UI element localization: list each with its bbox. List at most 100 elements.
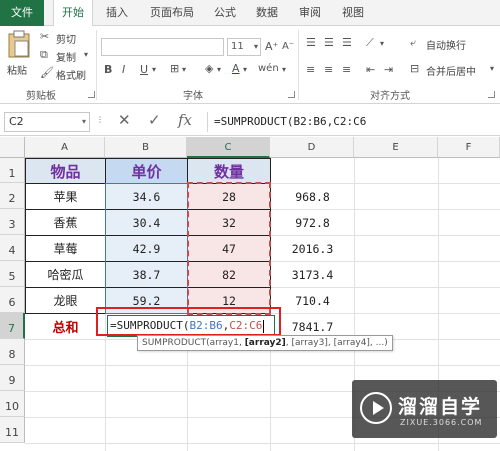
tab-insert[interactable]: 插入	[100, 0, 134, 26]
font-name-dropdown[interactable]	[101, 38, 224, 56]
row-header-6[interactable]: 6	[0, 287, 25, 313]
watermark-title: 溜溜自学	[398, 396, 483, 418]
cell-d3[interactable]: 972.8	[271, 210, 354, 235]
range-highlight-c2-c6	[187, 182, 271, 315]
row-header-1[interactable]: 1	[0, 158, 25, 183]
paste-button[interactable]: 粘贴	[4, 30, 34, 82]
merge-center-button[interactable]: ⊟ 合并后居中 ▾	[410, 62, 498, 78]
grow-font-icon[interactable]: A⁺	[265, 40, 278, 54]
insert-function-icon[interactable]: fx	[178, 111, 192, 129]
tab-page-layout[interactable]: 页面布局	[142, 0, 202, 26]
column-header-d[interactable]: D	[270, 137, 354, 158]
gridline	[25, 443, 500, 444]
chevron-down-icon: ▾	[490, 64, 495, 73]
cut-button[interactable]: ✂ 剪切	[40, 30, 90, 46]
row-header-2[interactable]: 2	[0, 183, 25, 209]
cell-d2[interactable]: 968.8	[271, 184, 354, 209]
row-header-4[interactable]: 4	[0, 235, 25, 261]
font-group-label: 字体	[183, 91, 203, 102]
align-top-icon[interactable]: ☰	[306, 36, 316, 50]
align-bottom-icon[interactable]: ☰	[342, 36, 352, 50]
phonetic-icon[interactable]: wén	[258, 62, 279, 76]
bold-icon[interactable]: B	[104, 63, 112, 77]
align-right-icon[interactable]: ≡	[342, 63, 351, 77]
annotation-highlight-box	[96, 307, 281, 336]
cell-d6[interactable]: 710.4	[271, 288, 354, 313]
chevron-down-icon[interactable]: ▾	[217, 63, 221, 77]
decrease-indent-icon[interactable]: ⇤	[366, 63, 375, 77]
row-header-11[interactable]: 11	[0, 417, 25, 443]
copy-button[interactable]: ⧉ 复制 ▾	[40, 48, 90, 64]
wrap-text-button[interactable]: ⤶ 自动换行	[410, 36, 490, 52]
orientation-icon[interactable]: ⟋	[366, 36, 374, 50]
ribbon: 粘贴 ✂ 剪切 ⧉ 复制 ▾ 🖌 格式刷 剪贴板 11 ▾ A⁺ A⁻ B I …	[0, 26, 500, 104]
row-header-5[interactable]: 5	[0, 261, 25, 287]
column-header-c[interactable]: C	[187, 137, 270, 158]
font-size-dropdown[interactable]: 11 ▾	[227, 38, 261, 56]
cell-a4[interactable]: 草莓	[26, 236, 105, 261]
align-left-icon[interactable]: ≡	[306, 63, 315, 77]
cell-a7[interactable]: 总和	[26, 314, 105, 339]
wrap-text-label: 自动换行	[426, 41, 466, 52]
function-tooltip[interactable]: SUMPRODUCT(array1, [array2], [array3], […	[137, 335, 393, 351]
cell-a6[interactable]: 龙眼	[26, 288, 105, 313]
chevron-down-icon: ▾	[81, 117, 86, 126]
italic-icon[interactable]: I	[122, 63, 125, 77]
row-header-7[interactable]: 7	[0, 313, 25, 339]
ribbon-tab-bar: 文件 开始 插入 页面布局 公式 数据 审阅 视图	[0, 0, 500, 27]
select-all-corner[interactable]	[0, 137, 25, 158]
clipboard-launcher-icon[interactable]	[88, 91, 95, 98]
row-header-10[interactable]: 10	[0, 391, 25, 417]
format-painter-button[interactable]: 🖌 格式刷	[40, 66, 90, 82]
formula-bar: C2 ▾ ⋮ ✕ ✓ fx =SUMPRODUCT(B2:B6,C2:C6	[0, 106, 500, 136]
cell-a5[interactable]: 哈密瓜	[26, 262, 105, 287]
cell-b1[interactable]: 单价	[106, 159, 187, 183]
paintbrush-icon: 🖌	[40, 66, 54, 79]
align-center-icon[interactable]: ≡	[324, 63, 333, 77]
cell-d4[interactable]: 2016.3	[271, 236, 354, 261]
increase-indent-icon[interactable]: ⇥	[384, 63, 393, 77]
group-divider	[298, 30, 299, 100]
tab-data[interactable]: 数据	[250, 0, 284, 26]
fill-color-icon[interactable]: ◈	[205, 62, 213, 76]
chevron-down-icon[interactable]: ▾	[152, 63, 156, 77]
chevron-down-icon[interactable]: ▾	[380, 37, 384, 51]
clipboard-icon	[8, 30, 30, 58]
tab-formulas[interactable]: 公式	[208, 0, 242, 26]
column-header-e[interactable]: E	[354, 137, 438, 158]
formula-input[interactable]: =SUMPRODUCT(B2:B6,C2:C6	[207, 112, 497, 132]
underline-icon[interactable]: U	[140, 63, 148, 77]
chevron-down-icon[interactable]: ▾	[182, 63, 186, 77]
tab-file[interactable]: 文件	[0, 0, 44, 26]
cell-a3[interactable]: 香蕉	[26, 210, 105, 235]
font-color-icon[interactable]: A	[232, 62, 240, 76]
alignment-launcher-icon[interactable]	[488, 91, 495, 98]
row-header-8[interactable]: 8	[0, 339, 25, 365]
row-header-3[interactable]: 3	[0, 209, 25, 235]
column-header-b[interactable]: B	[105, 137, 187, 158]
shrink-font-icon[interactable]: A⁻	[282, 40, 294, 54]
tab-review[interactable]: 审阅	[293, 0, 327, 26]
column-header-a[interactable]: A	[25, 137, 105, 158]
align-middle-icon[interactable]: ☰	[324, 36, 334, 50]
font-launcher-icon[interactable]	[288, 91, 295, 98]
chevron-down-icon[interactable]: ▾	[282, 63, 286, 77]
tab-home[interactable]: 开始	[53, 0, 93, 27]
cell-c1[interactable]: 数量	[188, 159, 270, 183]
cell-a2[interactable]: 苹果	[26, 184, 105, 209]
copy-label: 复制	[56, 53, 76, 64]
range-highlight-b2-b6	[105, 183, 188, 314]
cell-a1[interactable]: 物品	[26, 159, 105, 183]
column-header-f[interactable]: F	[438, 137, 500, 158]
tab-view[interactable]: 视图	[336, 0, 370, 26]
chevron-down-icon[interactable]: ▾	[243, 63, 247, 77]
name-box-value: C2	[9, 115, 24, 128]
row-header-9[interactable]: 9	[0, 365, 25, 391]
enter-icon[interactable]: ✓	[148, 111, 161, 129]
name-box[interactable]: C2 ▾	[4, 112, 90, 132]
table-border	[25, 158, 270, 159]
cancel-icon[interactable]: ✕	[118, 111, 131, 129]
cell-d5[interactable]: 3173.4	[271, 262, 354, 287]
paste-label: 粘贴	[7, 66, 27, 77]
borders-icon[interactable]: ⊞	[170, 62, 179, 76]
